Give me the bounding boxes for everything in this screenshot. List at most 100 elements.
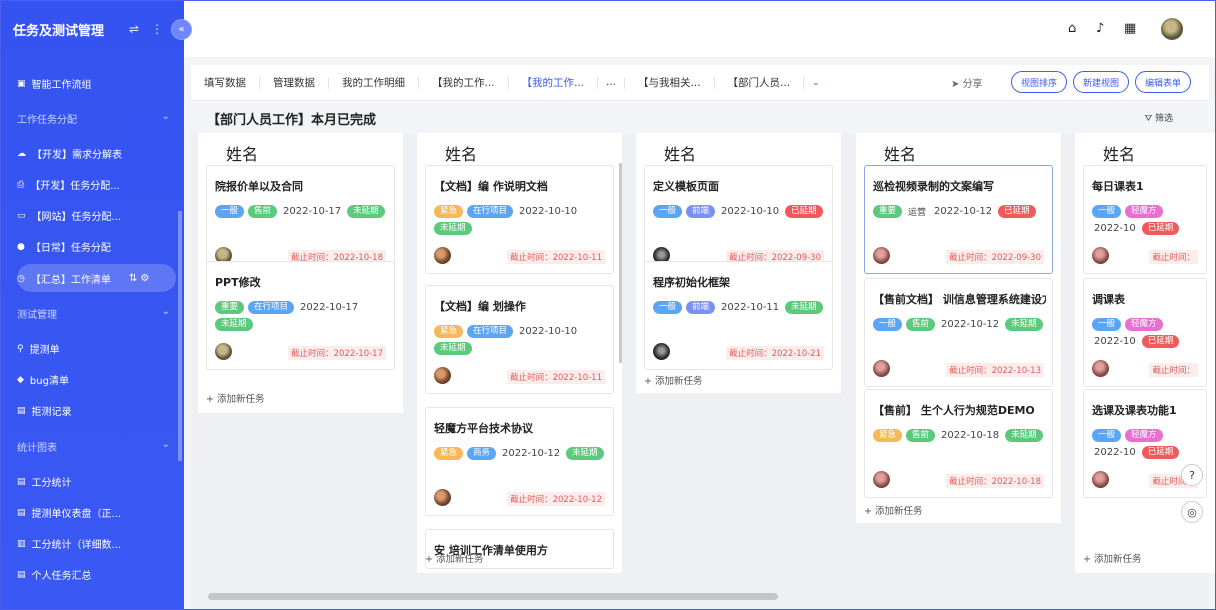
task-tag: 一般: [1092, 318, 1122, 331]
sidebar-item-9[interactable]: ◆ bug清单: [17, 372, 69, 388]
circle-icon: ●: [17, 241, 25, 252]
task-card[interactable]: 【售前文档】 训信息管理系统建设方案 一般 售前 2022-10-12 未延期 截止时间：…: [864, 278, 1053, 387]
task-deadline: 截止时间：2022-10-11: [507, 250, 605, 264]
column-owner-name: 姓名: [226, 145, 259, 164]
sidebar-item-label: 【开发】任务分配...: [30, 181, 120, 192]
task-deadline: 截止时间：: [1149, 363, 1198, 377]
delay-status-badge: 已延期: [1141, 222, 1180, 235]
list-icon: ▤: [17, 507, 26, 518]
user-avatar[interactable]: [1161, 18, 1183, 40]
task-card[interactable]: 院报价单以及合同 一般 售前 2022-10-17 未延期 截止时间：2022-10-18: [206, 165, 395, 274]
task-tags: 一般 轻魔方 2022-10 已延期: [1092, 318, 1208, 348]
board-column: 姓名 定义模板页面 一般 前端 2022-10-10 已延期 截止时间：2022-09-30…: [636, 133, 841, 393]
home-icon[interactable]: ⌂: [1068, 21, 1076, 36]
column-owner-name: 姓名: [884, 145, 917, 164]
task-card[interactable]: 【售前】 生个人行为规范DEMO 紧急 售前 2022-10-18 未延期 截止时间：20…: [864, 389, 1053, 498]
task-tag: 一般: [653, 301, 683, 314]
task-card[interactable]: 【文档】编 作说明文档 紧急 在行项目 2022-10-10 未延期 截止时间：2022-…: [425, 165, 614, 274]
task-card[interactable]: PPT修改 重要 在行项目 2022-10-17 未延期 截止时间：2022-10-17: [206, 261, 395, 370]
task-tag: 售前: [906, 318, 936, 331]
task-card[interactable]: 轻魔方平台技术协议 紧急 商务 2022-10-12 未延期 截止时间：2022-10-1…: [425, 407, 614, 516]
delay-status-badge: 未延期: [1005, 429, 1043, 442]
bell-icon[interactable]: ♪: [1096, 21, 1104, 36]
tab-5[interactable]: …: [598, 76, 626, 89]
task-card[interactable]: 巡检视频录制的文案编写 重要 运营 2022-10-12 已延期 截止时间：2022-09…: [864, 165, 1053, 274]
task-date: 2022-10-18: [941, 430, 1000, 441]
tag-icon: ◆: [17, 374, 24, 385]
task-title: 调课表: [1092, 293, 1125, 306]
task-card[interactable]: 程序初始化框架 一般 前端 2022-10-11 未延期 截止时间：2022-10-21: [644, 261, 833, 370]
help-icon[interactable]: ?: [1181, 464, 1203, 486]
task-card[interactable]: 调课表 一般 轻魔方 2022-10 已延期 截止时间：: [1083, 278, 1207, 387]
task-date: 2022-10: [1094, 336, 1136, 347]
app-title: 任务及测试管理: [13, 23, 105, 39]
collapse-sidebar-button[interactable]: «: [171, 19, 192, 40]
new-view-button[interactable]: 新建视图: [1073, 71, 1129, 93]
switch-icon[interactable]: ⇌: [129, 22, 139, 36]
sidebar-item-10[interactable]: ▤ 拒测记录: [17, 403, 72, 419]
assignee-avatar: [1092, 247, 1109, 264]
sidebar-item-0[interactable]: ▣ 智能工作流组: [17, 76, 92, 92]
filter-button[interactable]: ⛛ 筛选: [1145, 111, 1173, 124]
sidebar-item-14[interactable]: ▥ 工分统计（详细数...: [17, 536, 121, 552]
sidebar-group-11[interactable]: 统计图表 ⌄: [17, 439, 170, 454]
sidebar-group-label: 工作任务分配: [17, 115, 77, 126]
sidebar-item-3[interactable]: ⎙ 【开发】任务分配...: [17, 177, 120, 193]
sidebar-item-13[interactable]: ▤ 提测单仪表盘（正...: [17, 505, 121, 521]
sidebar-item-2[interactable]: ☁ 【开发】需求分解表: [17, 146, 122, 162]
tab-4[interactable]: 【我的工作...: [509, 76, 599, 89]
tab-7[interactable]: 【部门人员...: [715, 76, 805, 89]
sidebar-item-12[interactable]: ▤ 工分统计: [17, 474, 72, 490]
sidebar-item-label: 工分统计: [31, 478, 72, 489]
task-tags: 一般 轻魔方 2022-10 已延期: [1092, 205, 1208, 235]
assignee-avatar: [1092, 360, 1109, 377]
delay-status-badge: 已延期: [1141, 335, 1180, 348]
more-vertical-icon[interactable]: ⋮: [151, 22, 163, 36]
task-title: 定义模板页面: [653, 180, 719, 193]
sidebar-item-5[interactable]: ● 【日常】任务分配: [17, 239, 111, 255]
tab-1[interactable]: 管理数据: [260, 76, 329, 89]
tab-0[interactable]: 填写数据: [191, 76, 260, 89]
location-icon[interactable]: ◎: [1181, 501, 1203, 523]
sidebar-scrollbar[interactable]: [178, 211, 182, 461]
tab-6[interactable]: 【与我相关...: [625, 76, 715, 89]
tabs-more-chevron-icon[interactable]: ⌄: [804, 78, 820, 88]
add-task-button[interactable]: + 添加新任务: [644, 373, 703, 387]
sidebar-group-7[interactable]: 测试管理 ⌄: [17, 306, 170, 321]
task-card[interactable]: 每日课表1 一般 轻魔方 2022-10 已延期 截止时间：: [1083, 165, 1207, 274]
sidebar-item-8[interactable]: ⚲ 提测单: [17, 341, 60, 357]
sort-icon[interactable]: ⇅ ⚙: [129, 273, 150, 284]
assignee-avatar: [215, 343, 232, 360]
tab-2[interactable]: 我的工作明细: [329, 76, 419, 89]
horizontal-scrollbar[interactable]: [208, 593, 778, 600]
list-icon: ▤: [17, 569, 26, 580]
sidebar-group-label: 测试管理: [17, 310, 57, 321]
task-date: 2022-10-17: [283, 206, 342, 217]
sidebar-item-15[interactable]: ▤ 个人任务汇总: [17, 567, 92, 583]
task-card[interactable]: 【文档】编 划操作 紧急 在行项目 2022-10-10 未延期 截止时间：2022-10…: [425, 285, 614, 394]
monitor-icon: ▭: [17, 210, 26, 221]
share-button[interactable]: ➤ 分享: [951, 75, 983, 90]
column-scrollbar[interactable]: [619, 163, 622, 363]
task-deadline: 截止时间：2022-10-12: [507, 492, 605, 506]
add-task-button[interactable]: + 添加新任务: [206, 391, 265, 405]
sort-view-button[interactable]: 视图排序: [1011, 71, 1067, 93]
sidebar-item-label: bug清单: [29, 376, 69, 387]
assignee-avatar: [873, 360, 890, 377]
sidebar-item-6[interactable]: ◷ 【汇总】工作清单 ⇅ ⚙: [17, 271, 149, 286]
plus-icon: +: [1083, 554, 1094, 565]
edit-form-button[interactable]: 编辑表单: [1135, 71, 1191, 93]
sidebar-group-1[interactable]: 工作任务分配 ⌄: [17, 111, 170, 126]
sidebar-item-4[interactable]: ▭ 【网站】任务分配...: [17, 208, 122, 224]
tab-3[interactable]: 【我的工作...: [419, 76, 509, 89]
add-task-button[interactable]: + 添加新任务: [1083, 551, 1142, 565]
task-title: 【文档】编 划操作: [434, 300, 526, 313]
add-task-button[interactable]: + 添加新任务: [864, 503, 923, 517]
delay-status-badge: 未延期: [434, 342, 472, 355]
task-tags: 重要 运营 2022-10-12 已延期: [873, 205, 1054, 218]
sidebar-item-label: 【网站】任务分配...: [31, 212, 122, 223]
apps-grid-icon[interactable]: ▦: [1124, 21, 1136, 36]
task-card[interactable]: 定义模板页面 一般 前端 2022-10-10 已延期 截止时间：2022-09-30: [644, 165, 833, 274]
add-task-button[interactable]: + 添加新任务: [425, 551, 484, 565]
assignee-avatar: [653, 343, 670, 360]
